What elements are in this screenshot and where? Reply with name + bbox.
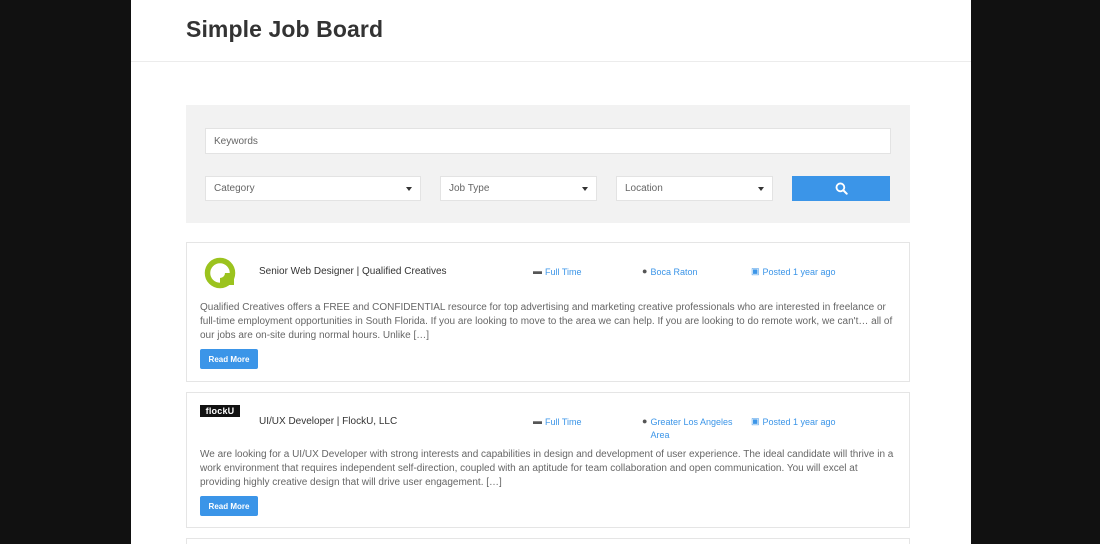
caret-down-icon	[406, 186, 412, 191]
job-location: ● Boca Raton	[642, 266, 698, 277]
job-title[interactable]: UI/UX Developer | FlockU, LLC	[259, 416, 397, 427]
caret-down-icon	[758, 186, 764, 191]
job-type-select[interactable]: Job Type	[440, 176, 597, 201]
job-description: Qualified Creatives offers a FREE and CO…	[200, 302, 893, 341]
job-posted-date: ▣ Posted 1 year ago	[751, 416, 836, 427]
site-title[interactable]: Simple Job Board	[186, 16, 383, 43]
job-search-panel: Category Job Type Location	[186, 105, 910, 223]
category-select[interactable]: Category	[205, 176, 421, 201]
job-description: We are looking for a UI/UX Developer wit…	[200, 449, 894, 488]
keywords-input[interactable]	[205, 128, 891, 154]
flocku-logo[interactable]: flockU	[200, 405, 240, 421]
job-type: ▬ Full Time	[533, 266, 582, 277]
job-location: ● Greater Los Angeles Area	[642, 416, 733, 440]
location-select[interactable]: Location	[616, 176, 773, 201]
job-title[interactable]: Senior Web Designer | Qualified Creative…	[259, 266, 447, 277]
calendar-icon: ▣	[751, 416, 760, 426]
map-marker-icon: ●	[642, 266, 648, 276]
search-button[interactable]	[792, 176, 890, 201]
read-more-button[interactable]: Read More	[200, 349, 258, 369]
site-header: Simple Job Board	[131, 0, 971, 62]
map-marker-icon: ●	[642, 416, 648, 426]
job-listing: flockU UI/UX Developer | FlockU, LLC ▬ F…	[186, 392, 910, 528]
category-select-label: Category	[214, 183, 255, 194]
job-posted-date: ▣ Posted 1 year ago	[751, 266, 836, 277]
location-select-label: Location	[625, 183, 663, 194]
page: Simple Job Board Category Job Type Locat…	[131, 0, 971, 544]
caret-down-icon	[582, 186, 588, 191]
briefcase-icon: ▬	[533, 266, 542, 276]
search-icon	[835, 182, 848, 195]
job-listing	[186, 538, 910, 544]
job-listing: Senior Web Designer | Qualified Creative…	[186, 242, 910, 382]
qualified-creatives-logo[interactable]	[200, 256, 240, 290]
briefcase-icon: ▬	[533, 416, 542, 426]
job-type: ▬ Full Time	[533, 416, 582, 427]
calendar-icon: ▣	[751, 266, 760, 276]
job-type-select-label: Job Type	[449, 183, 490, 194]
read-more-button[interactable]: Read More	[200, 496, 258, 516]
